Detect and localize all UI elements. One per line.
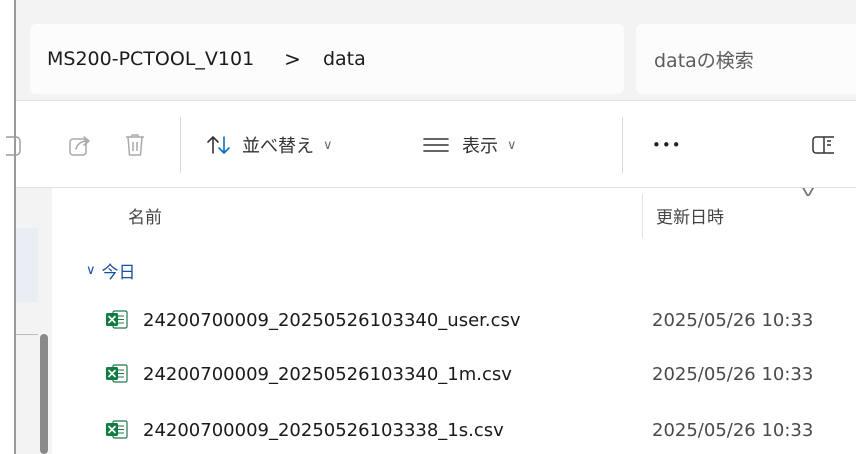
file-list: 名前 v 更新日時 ∨ 今日 24200700009_2025052610334… (66, 184, 856, 454)
breadcrumb-item-root[interactable]: MS200-PCTOOL_V101 (47, 48, 254, 70)
file-name: 24200700009_20250526103338_1s.csv (143, 420, 504, 441)
excel-csv-icon (106, 364, 128, 388)
toolbar-separator (180, 117, 181, 173)
column-header-modified[interactable]: 更新日時 (656, 203, 724, 228)
file-explorer: MS200-PCTOOL_V101 > data dataの検索 並べ替え ∨ … (0, 0, 856, 454)
view-button[interactable]: 表示 ∨ (422, 101, 517, 189)
search-input[interactable]: dataの検索 (636, 24, 856, 94)
file-name: 24200700009_20250526103340_user.csv (143, 310, 521, 331)
excel-csv-icon (106, 420, 128, 444)
sort-icon (207, 136, 230, 154)
file-modified-date: 2025/05/26 10:33 (652, 364, 814, 385)
more-icon: ••• (652, 136, 682, 154)
breadcrumb[interactable]: MS200-PCTOOL_V101 > data (30, 24, 624, 94)
delete-icon[interactable] (124, 101, 146, 189)
chevron-down-icon: ∨ (323, 137, 333, 153)
chevron-down-icon: ∨ (86, 263, 96, 278)
command-bar: 並べ替え ∨ 表示 ∨ ••• (6, 100, 856, 189)
column-header-name[interactable]: 名前 (128, 203, 162, 228)
view-label: 表示 (462, 136, 498, 157)
share-icon[interactable] (68, 101, 94, 189)
sort-button[interactable]: 並べ替え ∨ (206, 101, 333, 189)
chevron-down-icon: ∨ (507, 137, 517, 153)
address-bar-region: MS200-PCTOOL_V101 > data dataの検索 (16, 0, 856, 100)
file-row[interactable]: 24200700009_20250526103338_1s.csv 2025/0… (66, 410, 856, 452)
nav-divider (16, 334, 38, 335)
search-placeholder: dataの検索 (654, 49, 754, 72)
more-options-button[interactable]: ••• (652, 101, 682, 189)
details-pane-button[interactable] (812, 101, 834, 189)
details-pane-icon (812, 136, 834, 154)
file-row[interactable]: 24200700009_20250526103340_1m.csv 2025/0… (66, 354, 856, 396)
nav-selected-item[interactable] (16, 228, 38, 302)
file-modified-date: 2025/05/26 10:33 (652, 310, 814, 331)
group-label: 今日 (101, 263, 136, 283)
view-icon (423, 138, 449, 152)
column-header-row: 名前 v 更新日時 (66, 184, 856, 240)
file-name: 24200700009_20250526103340_1m.csv (143, 364, 512, 385)
group-header-today[interactable]: ∨ 今日 (86, 258, 136, 283)
explorer-window: MS200-PCTOOL_V101 > data dataの検索 並べ替え ∨ … (6, 0, 856, 454)
file-row[interactable]: 24200700009_20250526103340_user.csv 2025… (66, 300, 856, 342)
breadcrumb-item-current[interactable]: data (323, 48, 366, 70)
toolbar-separator (622, 117, 623, 173)
breadcrumb-separator[interactable]: > (284, 47, 301, 71)
column-divider[interactable] (642, 194, 643, 238)
sort-label: 並べ替え (242, 136, 314, 157)
excel-csv-icon (106, 310, 128, 334)
paste-icon[interactable] (4, 101, 22, 189)
sort-indicator-icon: v (801, 184, 815, 200)
file-modified-date: 2025/05/26 10:33 (652, 420, 814, 441)
navigation-pane[interactable] (16, 188, 52, 454)
nav-scrollbar[interactable] (40, 334, 48, 454)
